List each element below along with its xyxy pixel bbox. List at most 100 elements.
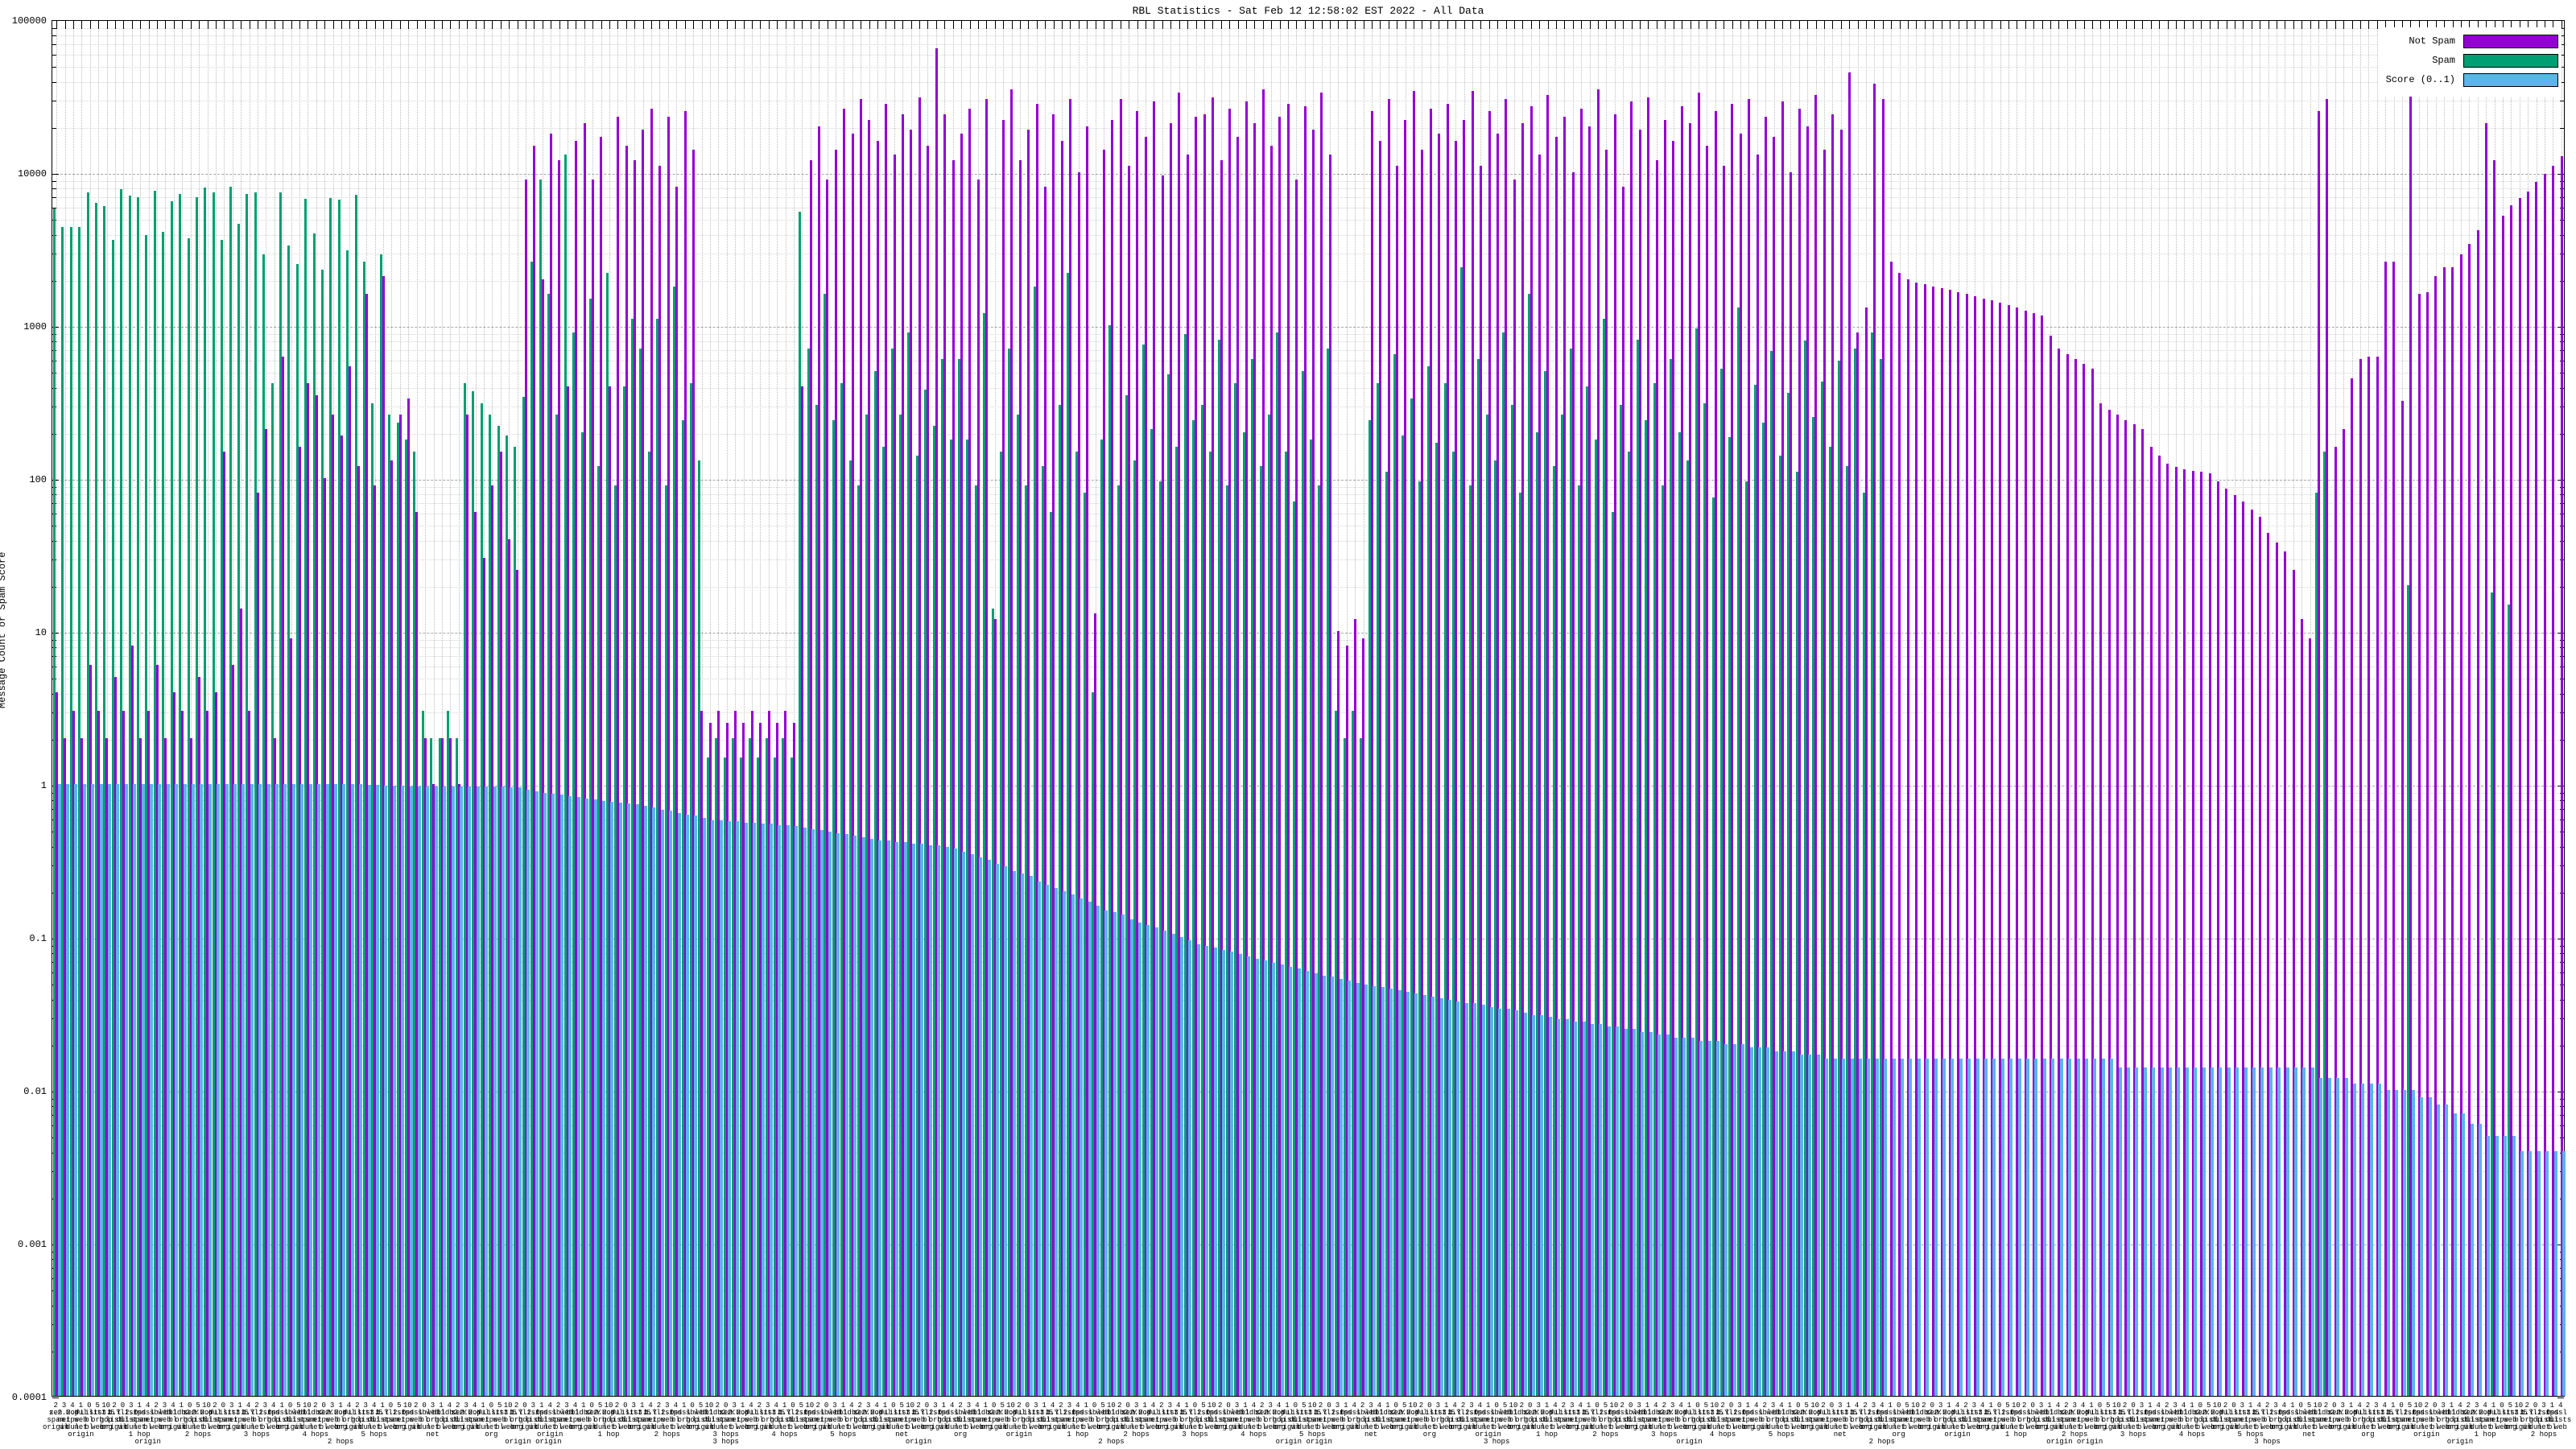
bar-score-0-1-: [74, 784, 78, 1396]
top-tick: [2041, 21, 2043, 29]
bar-score-0-1-: [1306, 971, 1310, 1396]
bar-score-0-1-: [1557, 1019, 1561, 1396]
legend-item-not-spam: Not Spam: [2386, 34, 2558, 48]
major-gridline: [52, 174, 2564, 175]
bar-score-0-1-: [2219, 1067, 2223, 1396]
bar-score-0-1-: [1196, 943, 1200, 1396]
bar-score-0-1-: [1732, 1043, 1736, 1396]
bar-score-0-1-: [2285, 1067, 2289, 1396]
top-tick: [977, 21, 979, 29]
bar-score-0-1-: [275, 784, 279, 1396]
bar-score-0-1-: [2495, 1136, 2499, 1396]
bar-score-0-1-: [895, 841, 899, 1396]
bar-score-0-1-: [518, 787, 522, 1396]
minor-gridline: [52, 55, 2564, 56]
top-tick: [1598, 21, 1600, 29]
top-tick: [1279, 21, 1281, 29]
bar-score-0-1-: [1205, 945, 1209, 1396]
top-tick: [2125, 21, 2127, 29]
top-tick: [2033, 21, 2035, 29]
bar-score-0-1-: [2068, 1059, 2072, 1396]
y-tick-left: [52, 1397, 59, 1398]
minor-gridline: [52, 712, 2564, 714]
top-tick: [910, 21, 912, 29]
top-tick: [667, 21, 669, 29]
bar-score-0-1-: [1515, 1010, 1519, 1396]
top-tick: [2293, 21, 2294, 29]
top-tick: [224, 21, 225, 29]
bar-score-0-1-: [2076, 1059, 2080, 1396]
bar-score-0-1-: [1104, 910, 1108, 1396]
bar-score-0-1-: [551, 794, 555, 1396]
bar-score-0-1-: [1012, 871, 1016, 1396]
top-tick: [986, 21, 988, 29]
top-tick: [1732, 21, 1733, 29]
bar-score-0-1-: [753, 822, 757, 1396]
bar-score-0-1-: [1264, 960, 1268, 1396]
top-tick: [73, 21, 75, 29]
bar-score-0-1-: [1808, 1055, 1812, 1396]
top-tick: [2008, 21, 2009, 29]
bar-score-0-1-: [2017, 1059, 2021, 1396]
bar-score-0-1-: [1314, 972, 1318, 1396]
top-tick: [2025, 21, 2026, 29]
bar-score-0-1-: [878, 840, 882, 1396]
top-tick: [559, 21, 560, 29]
top-tick: [1916, 21, 1918, 29]
minor-gridline: [52, 180, 2564, 182]
top-tick: [743, 21, 745, 29]
bar-score-0-1-: [342, 784, 346, 1396]
bar-score-0-1-: [2260, 1067, 2264, 1396]
bar-score-0-1-: [1129, 919, 1133, 1396]
legend-label-score: Score (0..1): [2385, 74, 2455, 85]
top-tick: [1338, 21, 1340, 29]
top-tick: [165, 21, 167, 29]
bar-score-0-1-: [200, 784, 204, 1396]
bar-score-0-1-: [2420, 1096, 2424, 1396]
top-tick: [617, 21, 619, 29]
top-tick: [1220, 21, 1222, 29]
top-tick: [241, 21, 242, 29]
bar-score-0-1-: [57, 784, 61, 1396]
top-tick: [2301, 21, 2303, 29]
top-tick: [952, 21, 954, 29]
bar-score-0-1-: [1582, 1022, 1586, 1396]
bar-score-0-1-: [2211, 1067, 2214, 1396]
bar-score-0-1-: [1255, 959, 1259, 1396]
top-tick: [1950, 21, 1951, 29]
bar-score-0-1-: [526, 789, 530, 1396]
bar-score-0-1-: [844, 834, 848, 1396]
top-tick: [64, 21, 66, 29]
bar-score-0-1-: [116, 784, 120, 1396]
minor-gridline: [52, 693, 2564, 695]
bar-score-0-1-: [828, 831, 832, 1396]
bar-score-0-1-: [1213, 947, 1217, 1396]
top-tick: [927, 21, 929, 29]
bar-score-0-1-: [1506, 1009, 1510, 1396]
top-tick: [173, 21, 175, 29]
bar-score-0-1-: [836, 832, 840, 1396]
top-tick: [1045, 21, 1046, 29]
top-tick: [416, 21, 418, 29]
bar-score-0-1-: [1766, 1047, 1770, 1396]
bar-score-0-1-: [886, 840, 890, 1396]
bar-score-0-1-: [2487, 1136, 2491, 1396]
bar-score-0-1-: [2101, 1059, 2105, 1396]
top-tick: [793, 21, 795, 29]
bar-score-0-1-: [426, 786, 430, 1396]
bar-score-0-1-: [1641, 1031, 1645, 1396]
bar-score-0-1-: [2294, 1067, 2298, 1396]
top-tick: [1254, 21, 1256, 29]
top-tick: [2318, 21, 2319, 29]
top-tick: [726, 21, 728, 29]
bar-score-0-1-: [510, 787, 514, 1396]
bar-score-0-1-: [2504, 1136, 2508, 1396]
bar-score-0-1-: [476, 786, 480, 1396]
bar-score-0-1-: [1381, 987, 1385, 1396]
bar-score-0-1-: [1038, 881, 1042, 1396]
top-tick: [2218, 21, 2219, 29]
minor-gridline: [52, 486, 2564, 488]
bar-score-0-1-: [770, 824, 774, 1396]
bar-score-0-1-: [1406, 991, 1410, 1396]
bar-score-0-1-: [1707, 1040, 1711, 1396]
